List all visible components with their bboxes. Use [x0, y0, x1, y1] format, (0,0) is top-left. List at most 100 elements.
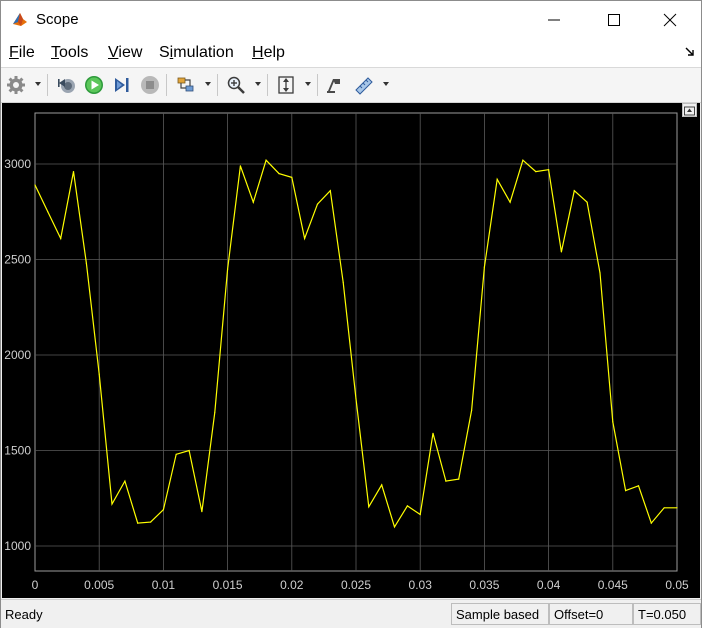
data-point [393, 526, 396, 528]
data-point [496, 178, 498, 180]
x-axis-tick-labels: 0 0.005 0.01 0.015 0.02 0.025 0.03 0.035 0.04 0.0… [32, 578, 689, 592]
highlight-simulink-block-button[interactable] [323, 74, 345, 96]
y-axis-tick-labels: 1000 1500 2000 2500 3000 [4, 157, 31, 553]
data-point [471, 409, 473, 411]
stop-icon [141, 76, 159, 94]
x-tick-label: 0.005 [84, 578, 114, 592]
y-tick-label: 3000 [4, 157, 31, 171]
title-bar[interactable]: Scope [1, 1, 701, 39]
toolbar-separator [47, 74, 48, 96]
menu-simulation[interactable]: Simulation [159, 44, 234, 62]
data-point [34, 184, 36, 186]
data-point [47, 211, 49, 213]
close-button[interactable] [647, 1, 693, 39]
data-point [599, 272, 601, 274]
data-point [111, 503, 113, 505]
measurements-button[interactable] [353, 74, 375, 96]
menu-help[interactable]: Help [252, 44, 285, 62]
time-indicator: T=0.050 [633, 603, 701, 625]
scope-plot[interactable]: 0 0.005 0.01 0.015 0.02 0.025 0.03 0.035 0.04 0.0… [2, 103, 700, 598]
sample-mode-indicator: Sample based [451, 603, 549, 625]
minimize-icon [548, 19, 560, 21]
menu-expand-arrow-icon[interactable] [685, 47, 695, 57]
data-point [368, 506, 370, 508]
minimize-button[interactable] [531, 1, 577, 39]
configuration-button[interactable] [5, 74, 27, 96]
x-tick-label: 0.045 [598, 578, 628, 592]
step-forward-icon [115, 78, 129, 92]
menu-tools[interactable]: Tools [51, 44, 88, 62]
window-title: Scope [36, 11, 79, 28]
data-point [612, 421, 614, 423]
signal-select-button[interactable] [175, 74, 197, 96]
data-point [85, 262, 87, 264]
y-tick-label: 2500 [4, 253, 31, 267]
highlight-icon [327, 79, 340, 93]
x-tick-label: 0.02 [280, 578, 304, 592]
data-point [573, 190, 575, 192]
zoom-dropdown[interactable] [255, 82, 261, 86]
step-back-icon [58, 79, 75, 93]
x-tick-label: 0.035 [469, 578, 499, 592]
maximize-icon [608, 14, 620, 26]
data-point [419, 513, 421, 516]
data-point [124, 480, 126, 482]
configuration-dropdown[interactable] [35, 82, 41, 86]
data-point [535, 171, 537, 173]
autoscale-dropdown[interactable] [305, 82, 311, 86]
stop-button[interactable] [139, 74, 161, 96]
data-point [239, 165, 241, 167]
data-point [445, 480, 447, 482]
data-point [304, 237, 306, 240]
step-back-button[interactable] [56, 74, 78, 96]
x-tick-label: 0.03 [409, 578, 433, 592]
data-point [548, 169, 550, 171]
data-point [150, 521, 152, 523]
matlab-app-icon [11, 10, 29, 28]
data-point [637, 485, 640, 487]
maximize-button[interactable] [591, 1, 637, 39]
data-point [432, 432, 434, 434]
x-tick-label: 0.015 [213, 578, 243, 592]
toolbar-separator [166, 74, 167, 96]
undock-icon [684, 106, 695, 116]
autoscale-button[interactable] [275, 74, 297, 96]
run-icon [85, 76, 103, 94]
data-point [98, 373, 100, 375]
data-point [355, 398, 357, 400]
zoom-icon [227, 76, 245, 94]
x-tick-label: 0.04 [537, 578, 561, 592]
data-point [316, 203, 319, 205]
run-button[interactable] [83, 74, 105, 96]
x-tick-label: 0.025 [341, 578, 371, 592]
data-point [406, 505, 408, 507]
y-tick-label: 1000 [4, 539, 31, 553]
data-point [509, 201, 511, 203]
data-point [278, 173, 280, 175]
data-point [72, 171, 75, 173]
x-tick-label: 0.05 [665, 578, 689, 592]
data-point [162, 509, 164, 511]
data-point [188, 449, 190, 452]
data-point [214, 411, 216, 413]
y-tick-label: 1500 [4, 444, 31, 458]
y-tick-label: 2000 [4, 348, 31, 362]
menu-file[interactable]: File [9, 44, 35, 62]
measurements-dropdown[interactable] [383, 82, 389, 86]
zoom-button[interactable] [225, 74, 247, 96]
undock-button[interactable] [682, 103, 697, 117]
data-point [650, 522, 652, 524]
status-text: Ready [5, 607, 43, 622]
toolbar-separator [317, 74, 318, 96]
data-point [381, 484, 383, 486]
data-point [60, 237, 62, 240]
measure-icon [355, 77, 373, 95]
data-point [342, 281, 344, 283]
step-forward-button[interactable] [111, 74, 133, 96]
toolbar-separator [217, 74, 218, 96]
signal-select-dropdown[interactable] [205, 82, 211, 86]
signal-select-icon [177, 77, 194, 92]
scope-display[interactable]: 0 0.005 0.01 0.015 0.02 0.025 0.03 0.035 0.04 0.0… [2, 103, 700, 598]
data-point [265, 159, 267, 161]
menu-view[interactable]: View [108, 44, 142, 62]
